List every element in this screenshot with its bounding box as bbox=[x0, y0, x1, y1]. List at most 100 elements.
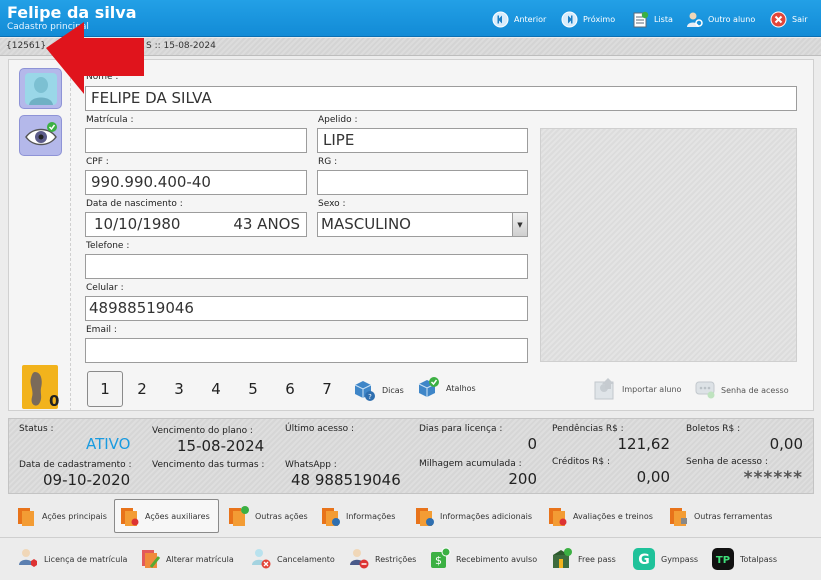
page-tab-7[interactable]: 7 bbox=[309, 371, 345, 407]
action-label: Recebimento avulso bbox=[456, 554, 538, 564]
tab-informacoes[interactable]: Informações bbox=[316, 499, 400, 533]
whatsapp-value[interactable]: 48 988519046 bbox=[291, 471, 401, 489]
page-tab-6[interactable]: 6 bbox=[272, 371, 308, 407]
email-field[interactable] bbox=[85, 338, 528, 363]
footprint-count: 0 bbox=[49, 392, 60, 410]
ultimo-acesso-label: Último acesso : bbox=[285, 424, 355, 434]
eye-check-icon bbox=[24, 121, 57, 145]
view-photo-button[interactable] bbox=[19, 115, 62, 156]
pendencias-label: Pendências R$ : bbox=[552, 424, 624, 434]
cancelamento-button[interactable]: Cancelamento bbox=[245, 542, 340, 576]
matricula-label: Matrícula : bbox=[86, 115, 134, 125]
edit-enrollment-icon bbox=[142, 550, 161, 568]
document-pin-icon bbox=[121, 508, 139, 526]
money-icon: $ bbox=[431, 547, 451, 568]
action-label: Licença de matrícula bbox=[44, 554, 128, 564]
list-button[interactable]: Lista bbox=[632, 9, 673, 29]
creditos-label: Créditos R$ : bbox=[552, 457, 610, 467]
exit-icon bbox=[770, 11, 787, 28]
gympass-button[interactable]: G Gympass bbox=[627, 542, 703, 576]
telefone-field[interactable] bbox=[85, 254, 528, 279]
import-student-button[interactable]: Importar aluno bbox=[594, 377, 681, 401]
apelido-field[interactable]: LIPE bbox=[317, 128, 528, 153]
tabs-divider bbox=[0, 537, 821, 538]
page-tab-4[interactable]: 4 bbox=[198, 371, 234, 407]
pendencias-value: 121,62 bbox=[617, 435, 671, 453]
licenca-matricula-button[interactable]: Licença de matrícula bbox=[12, 542, 132, 576]
cpf-label: CPF : bbox=[86, 157, 109, 167]
password-icon bbox=[695, 381, 715, 399]
sexo-select[interactable]: MASCULINO ▼ bbox=[317, 212, 528, 237]
tab-label: Outras ferramentas bbox=[694, 511, 773, 521]
free-pass-button[interactable]: Free pass bbox=[546, 542, 621, 576]
previous-button[interactable]: Anterior bbox=[492, 9, 546, 29]
rg-label: RG : bbox=[318, 157, 338, 167]
user-restriction-icon bbox=[350, 549, 369, 569]
document-info-icon bbox=[322, 508, 340, 526]
action-label: Alterar matrícula bbox=[166, 554, 234, 564]
cube-help-icon: ? bbox=[354, 381, 375, 401]
status-value: ATIVO bbox=[86, 435, 131, 453]
recebimento-avulso-button[interactable]: $ Recebimento avulso bbox=[424, 542, 542, 576]
tab-acoes-principais[interactable]: Ações principais bbox=[12, 499, 112, 533]
tab-outras-acoes[interactable]: Outras ações bbox=[223, 499, 313, 533]
document-tools-icon bbox=[670, 508, 687, 526]
access-password-button[interactable]: Senha de acesso bbox=[695, 381, 789, 399]
footprint-badge-button[interactable]: 0 bbox=[21, 364, 63, 414]
exit-button[interactable]: Sair bbox=[770, 9, 808, 29]
email-label: Email : bbox=[86, 325, 117, 335]
list-label: Lista bbox=[654, 14, 673, 24]
previous-label: Anterior bbox=[514, 14, 547, 24]
page-tab-5[interactable]: 5 bbox=[235, 371, 271, 407]
tab-label: Informações bbox=[346, 511, 396, 521]
action-label: Totalpass bbox=[740, 554, 777, 564]
tab-outras-ferramentas[interactable]: Outras ferramentas bbox=[664, 499, 777, 533]
document-icon bbox=[18, 508, 34, 526]
restricoes-button[interactable]: Restrições bbox=[343, 542, 421, 576]
rg-field[interactable] bbox=[317, 170, 528, 195]
exit-label: Sair bbox=[792, 14, 808, 24]
tab-informacoes-adicionais[interactable]: Informações adicionais bbox=[410, 499, 537, 533]
license-stop-icon bbox=[19, 549, 37, 567]
next-icon bbox=[561, 11, 578, 28]
svg-text:?: ? bbox=[368, 393, 372, 401]
page-tab-2[interactable]: 2 bbox=[124, 371, 160, 407]
page-tab-3[interactable]: 3 bbox=[161, 371, 197, 407]
matricula-field[interactable] bbox=[85, 128, 307, 153]
tab-acoes-auxiliares[interactable]: Ações auxiliares bbox=[114, 499, 219, 533]
dicas-label: Dicas bbox=[382, 385, 404, 395]
alterar-matricula-button[interactable]: Alterar matrícula bbox=[134, 542, 239, 576]
action-label: Gympass bbox=[661, 554, 699, 564]
import-student-label: Importar aluno bbox=[622, 384, 682, 394]
gympass-icon: G bbox=[633, 548, 655, 570]
photo-area[interactable] bbox=[540, 128, 797, 362]
atalhos-button[interactable]: Atalhos bbox=[416, 376, 476, 400]
nome-field[interactable]: FELIPE DA SILVA bbox=[85, 86, 797, 111]
nascimento-value: 10/10/1980 bbox=[94, 215, 181, 233]
milhagem-value: 200 bbox=[508, 470, 537, 488]
venc-plano-value: 15-08-2024 bbox=[177, 437, 265, 455]
senha-label: Senha de acesso : bbox=[686, 457, 768, 467]
sexo-value: MASCULINO bbox=[321, 215, 411, 233]
nascimento-field[interactable]: 10/10/1980 43 ANOS bbox=[85, 212, 307, 237]
totalpass-button[interactable]: TP Totalpass bbox=[706, 542, 782, 576]
page-tab-1[interactable]: 1 bbox=[87, 371, 123, 407]
senha-value: ****** bbox=[743, 468, 803, 488]
other-student-button[interactable]: Outro aluno bbox=[686, 9, 755, 29]
dicas-button[interactable]: ? Dicas bbox=[352, 378, 404, 402]
free-pass-icon bbox=[553, 548, 572, 568]
nascimento-label: Data de nascimento : bbox=[86, 199, 183, 209]
creditos-value: 0,00 bbox=[636, 468, 670, 486]
svg-text:G: G bbox=[638, 552, 650, 568]
action-label: Cancelamento bbox=[277, 554, 335, 564]
venc-plano-label: Vencimento do plano : bbox=[152, 426, 253, 436]
celular-field[interactable]: 48988519046 bbox=[85, 296, 528, 321]
user-search-icon bbox=[686, 11, 703, 28]
status-label: Status : bbox=[19, 424, 54, 434]
cadastro-label: Data de cadastramento : bbox=[19, 460, 132, 470]
cpf-field[interactable]: 990.990.400-40 bbox=[85, 170, 307, 195]
svg-text:$: $ bbox=[435, 554, 442, 567]
tab-label: Ações auxiliares bbox=[145, 511, 210, 521]
next-button[interactable]: Próximo bbox=[561, 9, 615, 29]
tab-avaliacoes-treinos[interactable]: Avaliações e treinos bbox=[543, 499, 658, 533]
